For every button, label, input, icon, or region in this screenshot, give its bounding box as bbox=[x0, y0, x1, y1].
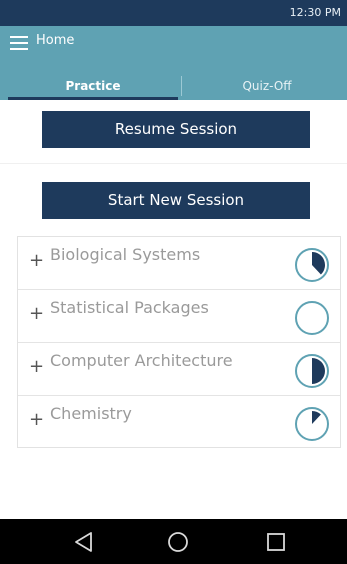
status-time: 12:30 PM bbox=[289, 6, 341, 19]
progress-pie-icon bbox=[295, 407, 329, 441]
topic-item-chemistry[interactable]: + Chemistry bbox=[18, 396, 340, 449]
progress-pie-icon bbox=[295, 354, 329, 388]
resume-session-button[interactable]: Resume Session bbox=[42, 111, 310, 148]
recent-apps-square-icon[interactable] bbox=[264, 530, 288, 554]
start-new-session-button[interactable]: Start New Session bbox=[42, 182, 310, 219]
expand-plus-icon[interactable]: + bbox=[29, 411, 44, 429]
progress-ring bbox=[295, 301, 329, 335]
topic-title: Statistical Packages bbox=[50, 298, 209, 317]
page-title: Home bbox=[36, 33, 75, 48]
progress-pie-icon bbox=[295, 248, 329, 282]
hamburger-menu-icon[interactable] bbox=[10, 36, 28, 50]
topic-item-computer-architecture[interactable]: + Computer Architecture bbox=[18, 343, 340, 396]
divider bbox=[0, 163, 347, 164]
system-navigation-bar bbox=[0, 519, 347, 564]
topic-list: + Biological Systems + Statistical Packa… bbox=[17, 236, 341, 448]
tab-practice[interactable]: Practice bbox=[8, 72, 178, 100]
topic-title: Computer Architecture bbox=[50, 351, 233, 370]
back-triangle-icon[interactable] bbox=[72, 530, 96, 554]
expand-plus-icon[interactable]: + bbox=[29, 305, 44, 323]
topic-item-statistical-packages[interactable]: + Statistical Packages bbox=[18, 290, 340, 343]
progress-pie-icon bbox=[295, 301, 329, 335]
tab-quiz-off[interactable]: Quiz-Off bbox=[182, 72, 347, 100]
expand-plus-icon[interactable]: + bbox=[29, 358, 44, 376]
topic-title: Biological Systems bbox=[50, 245, 201, 264]
topic-item-biological-systems[interactable]: + Biological Systems bbox=[18, 237, 340, 290]
home-circle-icon[interactable] bbox=[166, 530, 190, 554]
expand-plus-icon[interactable]: + bbox=[29, 252, 44, 270]
tab-bar: Practice Quiz-Off bbox=[0, 72, 347, 100]
status-bar: 12:30 PM bbox=[0, 0, 347, 26]
app-bar: Home bbox=[0, 26, 347, 72]
topic-title: Chemistry bbox=[50, 404, 132, 423]
